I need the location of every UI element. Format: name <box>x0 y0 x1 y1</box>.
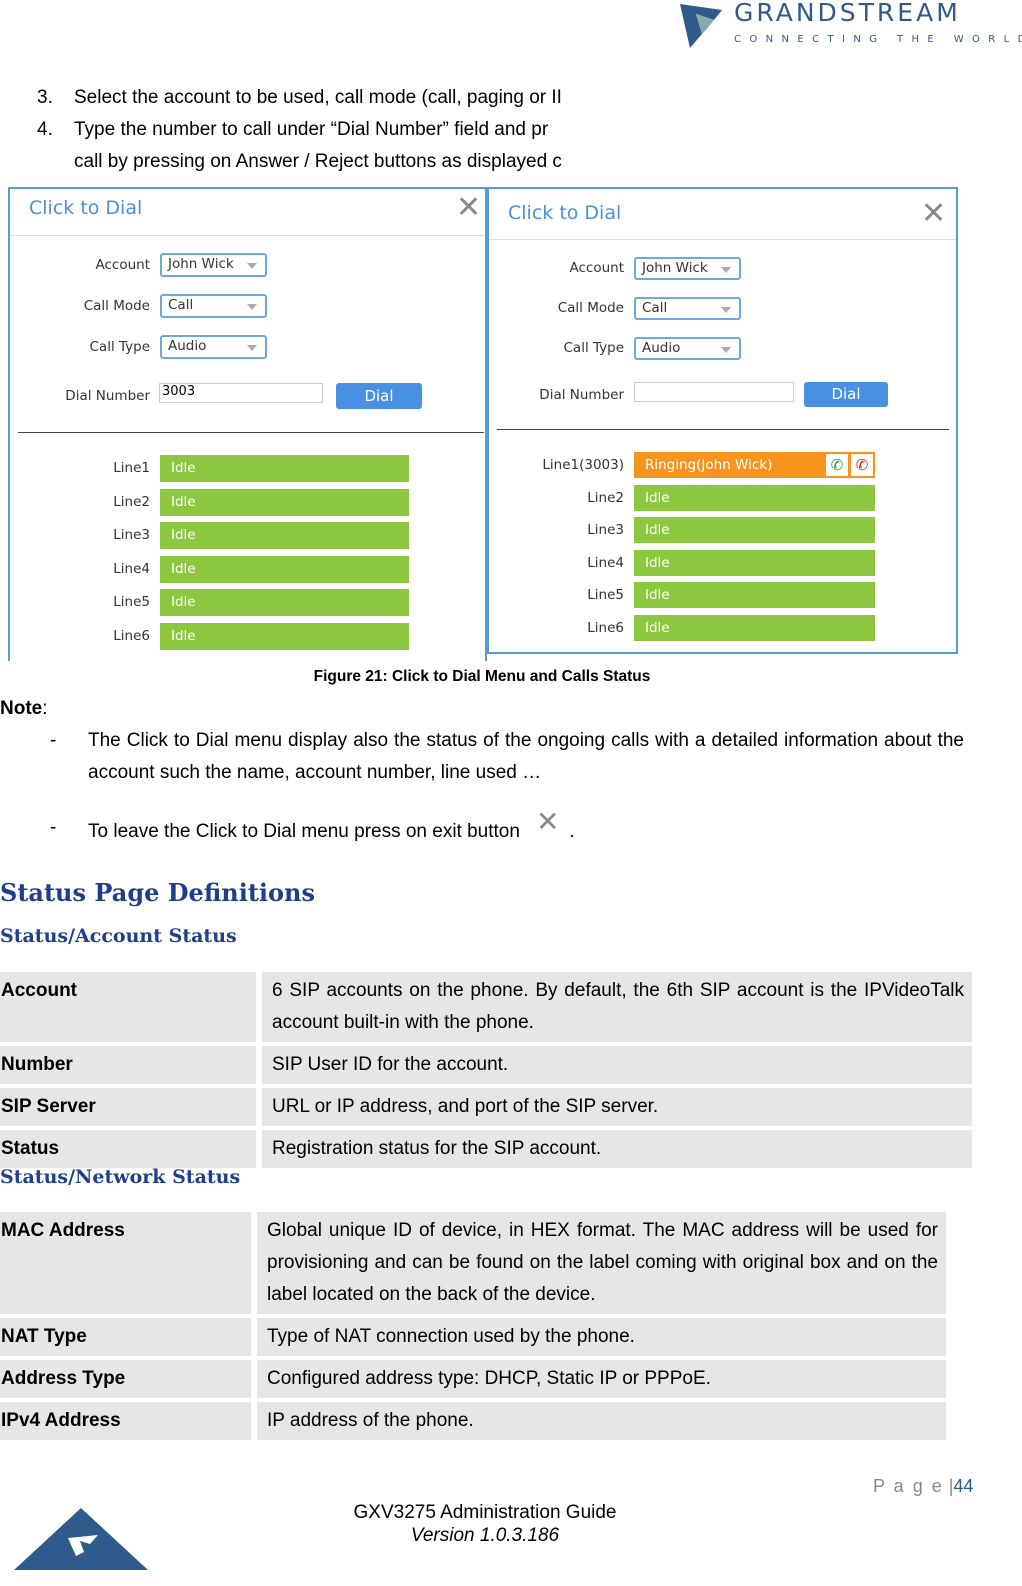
row-key: NAT Type <box>0 1318 257 1356</box>
row-key: SIP Server <box>0 1088 262 1126</box>
line-label: Line1 <box>113 460 150 476</box>
row-value: SIP User ID for the account. <box>262 1046 972 1084</box>
table-row: Address Type Configured address type: DHC… <box>0 1360 946 1398</box>
line-label: Line6 <box>587 620 624 636</box>
line-label: Line3 <box>113 527 150 544</box>
row-value: URL or IP address, and port of the SIP s… <box>262 1088 972 1126</box>
row-key: Status <box>0 1130 262 1168</box>
close-icon[interactable]: ✕ <box>921 199 946 229</box>
row-key: MAC Address <box>0 1212 257 1314</box>
line-label: Line4 <box>587 554 624 571</box>
grandstream-logo: GRANDSTREAM CONNECTING THE WORLD <box>676 0 1022 55</box>
logo-mark-icon <box>680 4 722 48</box>
note-dash-1: - <box>50 730 57 751</box>
note-item-1: The Click to Dial menu display also the … <box>88 730 964 783</box>
dial-button[interactable]: Dial <box>336 383 422 409</box>
line-label: Line3 <box>587 522 624 539</box>
line-status[interactable]: Idle <box>634 484 875 511</box>
account-select[interactable]: John Wick <box>634 257 741 280</box>
line-status[interactable]: Idle <box>160 623 409 650</box>
note-dash-2: - <box>50 817 57 838</box>
note-item-2: To leave the Click to Dial menu press on… <box>88 806 575 842</box>
line-label: Line2 <box>587 489 624 506</box>
line-status[interactable]: Idle <box>634 582 875 609</box>
row-value: Type of NAT connection used by the phone… <box>257 1318 946 1356</box>
row-key: Number <box>0 1046 262 1084</box>
network-status-title: Status/Network Status <box>0 1166 241 1188</box>
step-4-cont: call by pressing on Answer / Reject butt… <box>74 151 562 172</box>
line-status[interactable]: Idle <box>160 455 409 482</box>
account-status-title: Status/Account Status <box>0 925 237 947</box>
row-value: 6 SIP accounts on the phone. By default,… <box>262 972 972 1042</box>
line-label: Line6 <box>113 628 150 644</box>
dial-button[interactable]: Dial <box>804 382 888 407</box>
page-number: P a g e |44 <box>873 1476 974 1496</box>
close-icon: ✕ <box>535 806 560 837</box>
table-row: Status Registration status for the SIP ac… <box>0 1130 972 1168</box>
call-type-select[interactable]: Audio <box>634 337 741 360</box>
click-to-dial-dialog-ringing: Click to Dial ✕ Account John Wick Call M… <box>487 187 958 654</box>
footer-logo-icon <box>14 1508 148 1570</box>
dial-number-input[interactable] <box>634 382 794 402</box>
answer-call-icon[interactable]: ✆ <box>826 454 848 476</box>
call-type-select[interactable]: Audio <box>160 335 267 359</box>
step-4: 4. Type the number to call under “Dial Nu… <box>37 119 549 140</box>
row-value: Global unique ID of device, in HEX forma… <box>257 1212 946 1314</box>
row-key: IPv4 Address <box>0 1402 257 1440</box>
section-title: Status Page Definitions <box>0 878 315 907</box>
line-status[interactable]: Idle <box>160 522 409 550</box>
dialog-title: Click to Dial <box>29 197 143 219</box>
row-key: Account <box>0 972 262 1042</box>
line-label: Line1(3003) <box>542 457 624 473</box>
note-label: Note: <box>0 698 48 719</box>
line-status[interactable]: Idle <box>160 589 409 617</box>
brand-name: GRANDSTREAM <box>734 0 961 27</box>
brand-tagline: CONNECTING THE WORLD <box>734 34 1022 45</box>
step-3: 3. Select the account to be used, call mo… <box>37 87 562 108</box>
click-to-dial-dialog-idle: Click to Dial ✕ Account John Wick Call M… <box>8 187 487 661</box>
line-label: Line2 <box>113 493 150 510</box>
reject-call-icon[interactable]: ✆ <box>851 454 873 476</box>
line-label: Line5 <box>587 587 624 604</box>
network-status-table: MAC Address Global unique ID of device, i… <box>0 1208 946 1444</box>
line-status[interactable]: Idle <box>634 615 875 641</box>
table-row: IPv4 Address IP address of the phone. <box>0 1402 946 1440</box>
line-label: Line5 <box>113 594 150 611</box>
row-value: IP address of the phone. <box>257 1402 946 1440</box>
table-row: NAT Type Type of NAT connection used by t… <box>0 1318 946 1356</box>
table-row: MAC Address Global unique ID of device, i… <box>0 1212 946 1314</box>
account-status-table: Account 6 SIP accounts on the phone. By d… <box>0 968 972 1172</box>
close-icon[interactable]: ✕ <box>456 193 481 223</box>
call-mode-select[interactable]: Call <box>160 294 267 318</box>
row-value: Configured address type: DHCP, Static IP… <box>257 1360 946 1398</box>
table-row: Account 6 SIP accounts on the phone. By d… <box>0 972 972 1042</box>
line-status[interactable]: Ringing(John Wick) ✆ ✆ <box>634 452 875 478</box>
line-label: Line4 <box>113 560 150 577</box>
row-key: Address Type <box>0 1360 257 1398</box>
call-mode-select[interactable]: Call <box>634 297 741 320</box>
line-status[interactable]: Idle <box>634 517 875 544</box>
dialog-title: Click to Dial <box>508 202 622 224</box>
table-row: Number SIP User ID for the account. <box>0 1046 972 1084</box>
steps-list: 3. Select the account to be used, call mo… <box>37 82 602 178</box>
dial-number-input[interactable]: 3003 <box>159 383 323 403</box>
line-status[interactable]: Idle <box>160 488 409 516</box>
table-row: SIP Server URL or IP address, and port of… <box>0 1088 972 1126</box>
account-select[interactable]: John Wick <box>160 253 267 277</box>
row-value: Registration status for the SIP account. <box>262 1130 972 1168</box>
figure-caption: Figure 21: Click to Dial Menu and Calls … <box>313 668 651 685</box>
line-status[interactable]: Idle <box>160 555 409 583</box>
line-status[interactable]: Idle <box>634 549 875 576</box>
